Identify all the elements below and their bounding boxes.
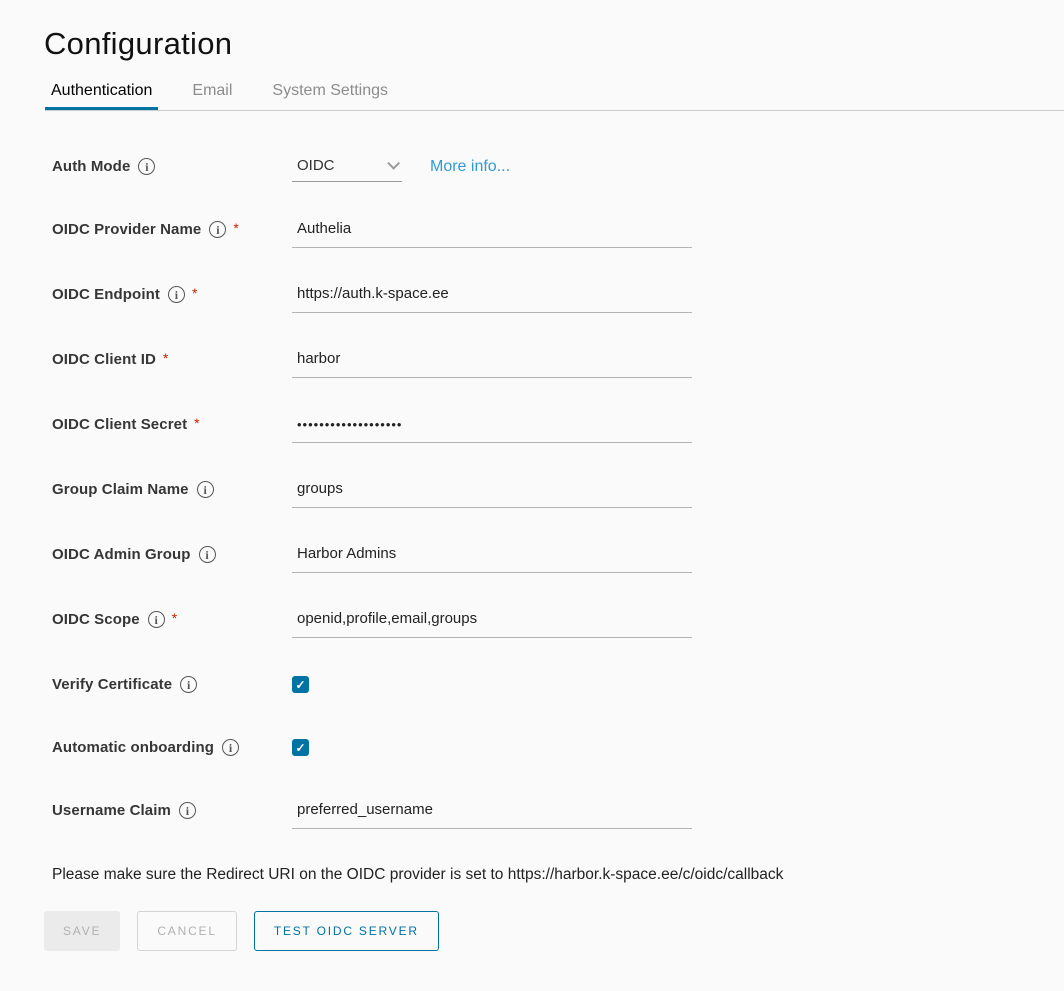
cancel-button[interactable]: CANCEL — [137, 911, 236, 951]
oidc-scope-input[interactable] — [292, 610, 692, 638]
group-claim-name-input[interactable] — [292, 480, 692, 508]
verify-certificate-checkbox[interactable] — [292, 676, 309, 693]
auth-mode-label: Auth Mode — [52, 158, 130, 175]
form-row-oidc-client-secret: OIDC Client Secret * — [52, 415, 1064, 443]
info-icon[interactable] — [199, 546, 216, 563]
tab-bar: Authentication Email System Settings — [45, 82, 1064, 111]
oidc-client-id-input[interactable] — [292, 350, 692, 378]
info-icon[interactable] — [179, 802, 196, 819]
info-icon[interactable] — [138, 158, 155, 175]
group-claim-name-label: Group Claim Name — [52, 481, 189, 498]
form-row-oidc-scope: OIDC Scope * — [52, 610, 1064, 638]
form-row-automatic-onboarding: Automatic onboarding — [52, 738, 1064, 764]
action-button-row: SAVE CANCEL TEST OIDC SERVER — [44, 911, 1064, 951]
info-icon[interactable] — [168, 286, 185, 303]
tab-authentication[interactable]: Authentication — [45, 82, 158, 110]
save-button[interactable]: SAVE — [44, 911, 120, 951]
tab-system-settings[interactable]: System Settings — [266, 82, 394, 110]
form-row-oidc-admin-group: OIDC Admin Group — [52, 545, 1064, 573]
username-claim-label: Username Claim — [52, 802, 171, 819]
form-row-group-claim-name: Group Claim Name — [52, 480, 1064, 508]
form-row-auth-mode: Auth Mode OIDC More info... — [52, 157, 1064, 183]
form-row-oidc-endpoint: OIDC Endpoint * — [52, 285, 1064, 313]
verify-certificate-label: Verify Certificate — [52, 676, 172, 693]
form-row-username-claim: Username Claim — [52, 801, 1064, 829]
tab-email[interactable]: Email — [186, 82, 238, 110]
oidc-endpoint-label: OIDC Endpoint — [52, 286, 160, 303]
page-title: Configuration — [44, 26, 1064, 62]
form-row-verify-certificate: Verify Certificate — [52, 675, 1064, 701]
oidc-provider-name-label: OIDC Provider Name — [52, 221, 201, 238]
required-marker: * — [192, 285, 197, 301]
auth-mode-select[interactable]: OIDC — [292, 157, 402, 182]
more-info-link[interactable]: More info... — [430, 157, 510, 176]
redirect-uri-notice: Please make sure the Redirect URI on the… — [52, 866, 1064, 884]
info-icon[interactable] — [197, 481, 214, 498]
oidc-endpoint-input[interactable] — [292, 285, 692, 313]
info-icon[interactable] — [148, 611, 165, 628]
configuration-page: Configuration Authentication Email Syste… — [0, 26, 1064, 991]
form-row-oidc-provider-name: OIDC Provider Name * — [52, 220, 1064, 248]
required-marker: * — [172, 610, 177, 626]
info-icon[interactable] — [222, 739, 239, 756]
oidc-admin-group-label: OIDC Admin Group — [52, 546, 191, 563]
automatic-onboarding-checkbox[interactable] — [292, 739, 309, 756]
info-icon[interactable] — [180, 676, 197, 693]
automatic-onboarding-label: Automatic onboarding — [52, 739, 214, 756]
oidc-scope-label: OIDC Scope — [52, 611, 140, 628]
test-oidc-server-button[interactable]: TEST OIDC SERVER — [254, 911, 439, 951]
username-claim-input[interactable] — [292, 801, 692, 829]
required-marker: * — [194, 415, 199, 431]
required-marker: * — [233, 220, 238, 236]
chevron-down-icon — [387, 157, 400, 170]
form-row-oidc-client-id: OIDC Client ID * — [52, 350, 1064, 378]
oidc-admin-group-input[interactable] — [292, 545, 692, 573]
auth-mode-value: OIDC — [297, 157, 335, 174]
oidc-provider-name-input[interactable] — [292, 220, 692, 248]
authentication-form: Auth Mode OIDC More info... OIDC Provide… — [52, 157, 1064, 829]
oidc-client-id-label: OIDC Client ID — [52, 351, 156, 368]
required-marker: * — [163, 350, 168, 366]
oidc-client-secret-input[interactable] — [292, 415, 692, 443]
info-icon[interactable] — [209, 221, 226, 238]
oidc-client-secret-label: OIDC Client Secret — [52, 416, 187, 433]
